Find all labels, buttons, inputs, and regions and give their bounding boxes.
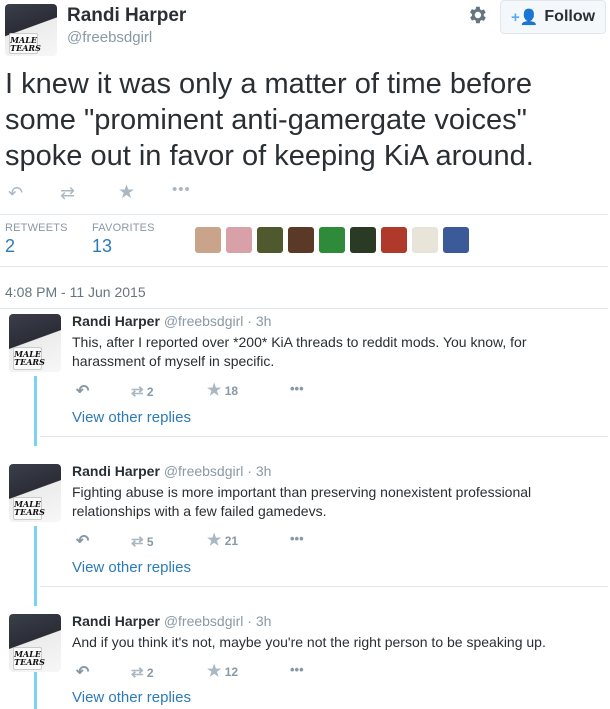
reply-icon[interactable]: ↶ bbox=[76, 381, 89, 401]
divider bbox=[0, 214, 608, 215]
reply-author-name[interactable]: Randi Harper bbox=[72, 313, 160, 329]
reply-text: This, after I reported over *200* KiA th… bbox=[72, 333, 526, 371]
retweet-icon: ⇄ bbox=[131, 533, 144, 550]
thread-connector bbox=[34, 526, 37, 606]
reply-author-handle[interactable]: @freebsdgirl bbox=[164, 463, 244, 479]
avatar-mug: MALE TEARS bbox=[13, 496, 45, 520]
reply-avatar[interactable]: MALE TEARS bbox=[9, 614, 61, 672]
favoriter-avatar[interactable] bbox=[195, 227, 221, 253]
favoriter-avatar[interactable] bbox=[412, 227, 438, 253]
author-handle[interactable]: @freebsdgirl bbox=[67, 29, 152, 46]
favorite-count: 21 bbox=[224, 534, 239, 548]
more-icon[interactable]: ••• bbox=[290, 662, 304, 677]
reply-text-line: And if you think it's not, maybe you're … bbox=[72, 634, 546, 650]
thread-connector bbox=[34, 376, 37, 446]
reply-text: And if you think it's not, maybe you're … bbox=[72, 633, 546, 652]
favorites-count[interactable]: 13 bbox=[92, 236, 112, 257]
follow-button[interactable]: +👤 Follow bbox=[500, 0, 606, 34]
favoriter-avatar[interactable] bbox=[226, 227, 252, 253]
profile-avatar[interactable]: MALE TEARS bbox=[5, 4, 57, 56]
author-name[interactable]: Randi Harper bbox=[67, 5, 186, 27]
retweet-count: 2 bbox=[146, 385, 154, 399]
favorite-count: 18 bbox=[224, 384, 239, 398]
favorite-star-icon: ★ bbox=[207, 382, 222, 399]
reply-icon[interactable]: ↶ bbox=[76, 531, 89, 551]
retweets-label: RETWEETS bbox=[5, 222, 68, 234]
favorite-star-icon[interactable]: ★ bbox=[118, 181, 135, 204]
favorite-action[interactable]: ★ 18 bbox=[207, 380, 238, 400]
retweet-icon: ⇄ bbox=[131, 664, 144, 681]
tweet-timestamp[interactable]: 4:08 PM - 11 Jun 2015 bbox=[5, 284, 146, 300]
avatar-mug: MALE TEARS bbox=[9, 33, 41, 54]
more-icon[interactable]: ••• bbox=[172, 181, 191, 198]
reply-text-line: harassment of myself in specific. bbox=[72, 353, 275, 369]
favorite-star-icon: ★ bbox=[207, 532, 222, 549]
favorites-label: FAVORITES bbox=[92, 222, 155, 234]
divider bbox=[40, 436, 608, 437]
avatar-mug: MALE TEARS bbox=[13, 646, 45, 670]
reply-header: Randi Harper @freebsdgirl · 3h bbox=[72, 463, 271, 479]
reply-avatar[interactable]: MALE TEARS bbox=[9, 314, 61, 372]
divider bbox=[0, 308, 608, 309]
favorite-action[interactable]: ★ 12 bbox=[207, 661, 238, 681]
follow-label: Follow bbox=[544, 8, 596, 25]
divider bbox=[40, 586, 608, 587]
retweet-count: 5 bbox=[146, 535, 154, 549]
view-other-replies-link[interactable]: View other replies bbox=[72, 409, 191, 426]
avatar-mug: MALE TEARS bbox=[13, 346, 45, 370]
tweet-text-line: spoke out in favor of keeping KiA around… bbox=[5, 140, 534, 172]
retweet-count: 2 bbox=[146, 666, 154, 680]
tweet-text: I knew it was only a matter of time befo… bbox=[5, 66, 534, 174]
reply-text: Fighting abuse is more important than pr… bbox=[72, 483, 531, 521]
retweet-action[interactable]: ⇄ 2 bbox=[131, 382, 154, 400]
retweets-count[interactable]: 2 bbox=[5, 236, 15, 257]
gear-icon[interactable] bbox=[466, 4, 488, 26]
reply-icon[interactable]: ↶ bbox=[8, 183, 23, 204]
divider bbox=[0, 266, 608, 267]
reply-author-name[interactable]: Randi Harper bbox=[72, 463, 160, 479]
retweet-action[interactable]: ⇄ 5 bbox=[131, 532, 154, 550]
reply-author-handle[interactable]: @freebsdgirl bbox=[164, 313, 244, 329]
favorite-count: 12 bbox=[224, 665, 239, 679]
view-other-replies-link[interactable]: View other replies bbox=[72, 559, 191, 576]
reply-time[interactable]: · 3h bbox=[247, 463, 271, 479]
reply-text-line: This, after I reported over *200* KiA th… bbox=[72, 334, 527, 350]
retweet-icon: ⇄ bbox=[131, 383, 144, 400]
reply-author-handle[interactable]: @freebsdgirl bbox=[164, 613, 244, 629]
favorite-star-icon: ★ bbox=[207, 663, 222, 680]
more-icon[interactable]: ••• bbox=[290, 381, 304, 396]
reply-text-line: Fighting abuse is more important than pr… bbox=[72, 484, 532, 500]
retweet-icon[interactable]: ⇄ bbox=[60, 183, 75, 204]
retweet-action[interactable]: ⇄ 2 bbox=[131, 663, 154, 681]
favoriter-avatar[interactable] bbox=[288, 227, 314, 253]
tweet-text-line: some "prominent anti-gamergate voices" bbox=[5, 104, 527, 136]
favoriter-avatar[interactable] bbox=[319, 227, 345, 253]
reply-text-line: relationships with a few failed gamedevs… bbox=[72, 503, 327, 519]
add-user-icon: +👤 bbox=[510, 9, 539, 26]
view-other-replies-link[interactable]: View other replies bbox=[72, 689, 191, 706]
favoriter-avatar[interactable] bbox=[381, 227, 407, 253]
favoriter-avatar[interactable] bbox=[350, 227, 376, 253]
reply-author-name[interactable]: Randi Harper bbox=[72, 613, 160, 629]
reply-time[interactable]: · 3h bbox=[247, 613, 271, 629]
reply-time[interactable]: · 3h bbox=[247, 313, 271, 329]
favorite-action[interactable]: ★ 21 bbox=[207, 530, 238, 550]
favoriter-avatar[interactable] bbox=[257, 227, 283, 253]
reply-icon[interactable]: ↶ bbox=[76, 662, 89, 682]
reply-header: Randi Harper @freebsdgirl · 3h bbox=[72, 313, 271, 329]
favoriter-avatar[interactable] bbox=[443, 227, 469, 253]
more-icon[interactable]: ••• bbox=[290, 531, 304, 546]
thread-connector bbox=[34, 672, 37, 709]
reply-avatar[interactable]: MALE TEARS bbox=[9, 464, 61, 522]
reply-header: Randi Harper @freebsdgirl · 3h bbox=[72, 613, 271, 629]
tweet-text-line: I knew it was only a matter of time befo… bbox=[5, 68, 533, 100]
